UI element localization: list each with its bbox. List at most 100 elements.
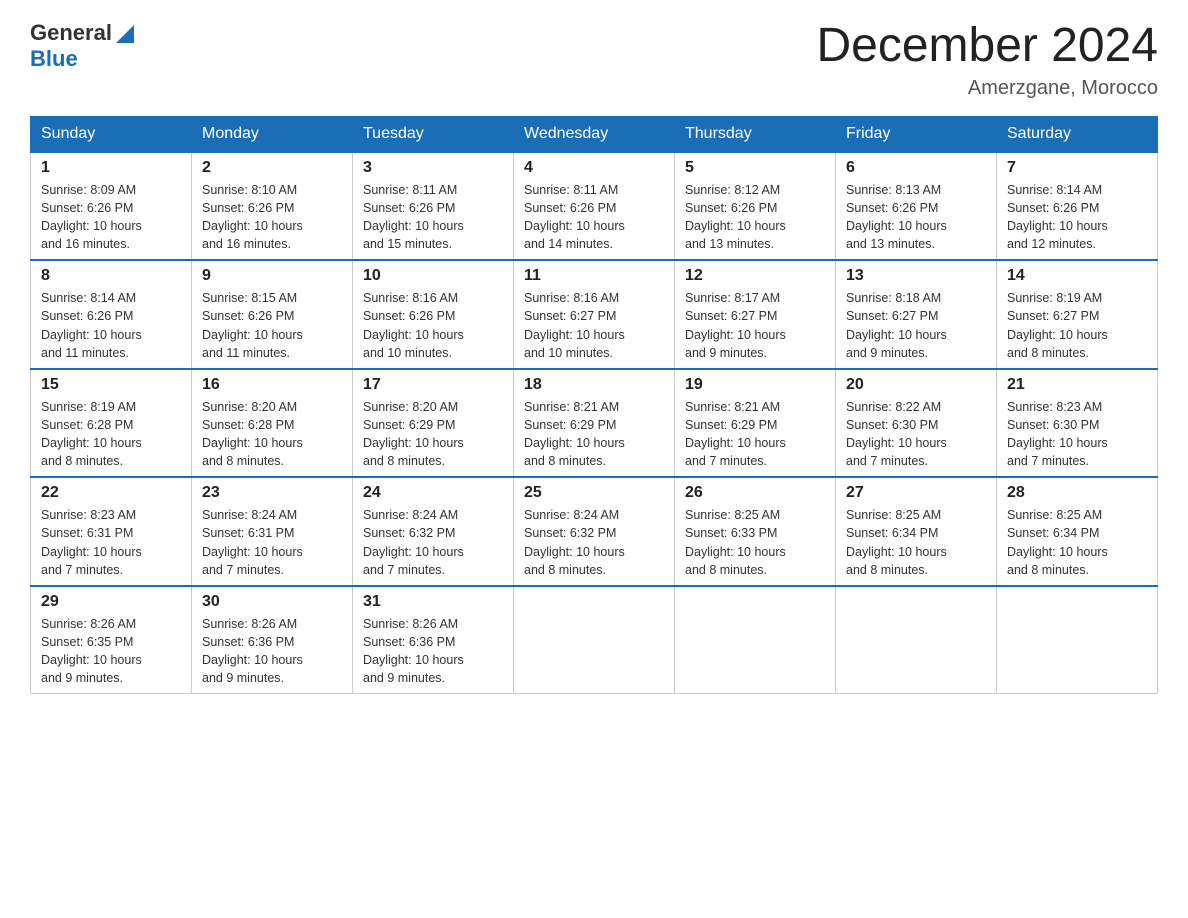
day-number: 11 [524, 267, 664, 285]
day-info: Sunrise: 8:12 AMSunset: 6:26 PMDaylight:… [685, 181, 825, 254]
day-info: Sunrise: 8:09 AMSunset: 6:26 PMDaylight:… [41, 181, 181, 254]
day-number: 2 [202, 159, 342, 177]
calendar-cell: 26 Sunrise: 8:25 AMSunset: 6:33 PMDayligh… [675, 477, 836, 586]
calendar-cell: 25 Sunrise: 8:24 AMSunset: 6:32 PMDayligh… [514, 477, 675, 586]
day-info: Sunrise: 8:14 AMSunset: 6:26 PMDaylight:… [1007, 181, 1147, 254]
day-info: Sunrise: 8:15 AMSunset: 6:26 PMDaylight:… [202, 289, 342, 362]
day-number: 6 [846, 159, 986, 177]
logo-blue-text: Blue [30, 46, 136, 72]
day-number: 25 [524, 484, 664, 502]
calendar-cell: 31 Sunrise: 8:26 AMSunset: 6:36 PMDayligh… [353, 586, 514, 694]
day-info: Sunrise: 8:25 AMSunset: 6:33 PMDaylight:… [685, 506, 825, 579]
calendar-cell: 17Sunrise: 8:20 AMSunset: 6:29 PMDayligh… [353, 369, 514, 478]
day-info: Sunrise: 8:24 AMSunset: 6:31 PMDaylight:… [202, 506, 342, 579]
day-info: Sunrise: 8:17 AMSunset: 6:27 PMDaylight:… [685, 289, 825, 362]
title-section: December 2024 Amerzgane, Morocco [816, 20, 1158, 100]
day-number: 9 [202, 267, 342, 285]
day-number: 13 [846, 267, 986, 285]
calendar-cell: 1 Sunrise: 8:09 AMSunset: 6:26 PMDaylight… [31, 152, 192, 261]
day-number: 3 [363, 159, 503, 177]
calendar-cell: 8Sunrise: 8:14 AMSunset: 6:26 PMDaylight… [31, 260, 192, 369]
calendar-cell [675, 586, 836, 694]
calendar-cell: 13 Sunrise: 8:18 AMSunset: 6:27 PMDayligh… [836, 260, 997, 369]
calendar-cell: 16Sunrise: 8:20 AMSunset: 6:28 PMDayligh… [192, 369, 353, 478]
calendar-cell: 21 Sunrise: 8:23 AMSunset: 6:30 PMDayligh… [997, 369, 1158, 478]
calendar-cell: 2 Sunrise: 8:10 AMSunset: 6:26 PMDaylight… [192, 152, 353, 261]
day-number: 5 [685, 159, 825, 177]
day-number: 21 [1007, 376, 1147, 394]
calendar-cell: 22Sunrise: 8:23 AMSunset: 6:31 PMDayligh… [31, 477, 192, 586]
calendar-cell: 7 Sunrise: 8:14 AMSunset: 6:26 PMDaylight… [997, 152, 1158, 261]
calendar-cell: 9 Sunrise: 8:15 AMSunset: 6:26 PMDaylight… [192, 260, 353, 369]
day-number: 19 [685, 376, 825, 394]
day-info: Sunrise: 8:23 AMSunset: 6:31 PMDaylight:… [41, 506, 181, 579]
calendar-cell: 30Sunrise: 8:26 AMSunset: 6:36 PMDayligh… [192, 586, 353, 694]
day-info: Sunrise: 8:26 AMSunset: 6:36 PMDaylight:… [363, 615, 503, 688]
day-info: Sunrise: 8:16 AMSunset: 6:26 PMDaylight:… [363, 289, 503, 362]
day-info: Sunrise: 8:18 AMSunset: 6:27 PMDaylight:… [846, 289, 986, 362]
day-info: Sunrise: 8:14 AMSunset: 6:26 PMDaylight:… [41, 289, 181, 362]
calendar-table: SundayMondayTuesdayWednesdayThursdayFrid… [30, 116, 1158, 695]
calendar-cell: 14 Sunrise: 8:19 AMSunset: 6:27 PMDayligh… [997, 260, 1158, 369]
day-info: Sunrise: 8:19 AMSunset: 6:28 PMDaylight:… [41, 398, 181, 471]
month-title: December 2024 [816, 20, 1158, 73]
day-number: 18 [524, 376, 664, 394]
day-number: 15 [41, 376, 181, 394]
calendar-cell: 4 Sunrise: 8:11 AMSunset: 6:26 PMDaylight… [514, 152, 675, 261]
calendar-cell: 19Sunrise: 8:21 AMSunset: 6:29 PMDayligh… [675, 369, 836, 478]
location-text: Amerzgane, Morocco [816, 77, 1158, 100]
weekday-header: Saturday [997, 116, 1158, 152]
day-number: 1 [41, 159, 181, 177]
week-row: 29Sunrise: 8:26 AMSunset: 6:35 PMDayligh… [31, 586, 1158, 694]
calendar-cell: 23 Sunrise: 8:24 AMSunset: 6:31 PMDayligh… [192, 477, 353, 586]
calendar-cell: 27Sunrise: 8:25 AMSunset: 6:34 PMDayligh… [836, 477, 997, 586]
day-number: 14 [1007, 267, 1147, 285]
calendar-cell: 5 Sunrise: 8:12 AMSunset: 6:26 PMDaylight… [675, 152, 836, 261]
logo-triangle-icon [114, 23, 136, 45]
weekday-header: Monday [192, 116, 353, 152]
weekday-header: Wednesday [514, 116, 675, 152]
day-info: Sunrise: 8:23 AMSunset: 6:30 PMDaylight:… [1007, 398, 1147, 471]
calendar-cell: 10 Sunrise: 8:16 AMSunset: 6:26 PMDayligh… [353, 260, 514, 369]
weekday-header: Friday [836, 116, 997, 152]
day-number: 20 [846, 376, 986, 394]
day-number: 4 [524, 159, 664, 177]
day-info: Sunrise: 8:26 AMSunset: 6:35 PMDaylight:… [41, 615, 181, 688]
weekday-header: Tuesday [353, 116, 514, 152]
calendar-cell: 29Sunrise: 8:26 AMSunset: 6:35 PMDayligh… [31, 586, 192, 694]
logo-general-text: General [30, 20, 112, 46]
day-info: Sunrise: 8:19 AMSunset: 6:27 PMDaylight:… [1007, 289, 1147, 362]
day-number: 7 [1007, 159, 1147, 177]
day-info: Sunrise: 8:16 AMSunset: 6:27 PMDaylight:… [524, 289, 664, 362]
calendar-cell: 20 Sunrise: 8:22 AMSunset: 6:30 PMDayligh… [836, 369, 997, 478]
calendar-cell [514, 586, 675, 694]
week-row: 15 Sunrise: 8:19 AMSunset: 6:28 PMDayligh… [31, 369, 1158, 478]
calendar-cell [836, 586, 997, 694]
day-number: 23 [202, 484, 342, 502]
day-number: 28 [1007, 484, 1147, 502]
calendar-cell: 28Sunrise: 8:25 AMSunset: 6:34 PMDayligh… [997, 477, 1158, 586]
day-info: Sunrise: 8:24 AMSunset: 6:32 PMDaylight:… [363, 506, 503, 579]
day-number: 24 [363, 484, 503, 502]
day-number: 26 [685, 484, 825, 502]
header-row: SundayMondayTuesdayWednesdayThursdayFrid… [31, 116, 1158, 152]
calendar-cell: 11 Sunrise: 8:16 AMSunset: 6:27 PMDayligh… [514, 260, 675, 369]
week-row: 22Sunrise: 8:23 AMSunset: 6:31 PMDayligh… [31, 477, 1158, 586]
day-info: Sunrise: 8:11 AMSunset: 6:26 PMDaylight:… [524, 181, 664, 254]
day-number: 27 [846, 484, 986, 502]
day-number: 31 [363, 593, 503, 611]
calendar-cell: 6Sunrise: 8:13 AMSunset: 6:26 PMDaylight… [836, 152, 997, 261]
day-number: 17 [363, 376, 503, 394]
day-number: 10 [363, 267, 503, 285]
page-header: General Blue December 2024 Amerzgane, Mo… [30, 20, 1158, 100]
weekday-header: Thursday [675, 116, 836, 152]
day-info: Sunrise: 8:24 AMSunset: 6:32 PMDaylight:… [524, 506, 664, 579]
calendar-cell: 15 Sunrise: 8:19 AMSunset: 6:28 PMDayligh… [31, 369, 192, 478]
day-number: 16 [202, 376, 342, 394]
day-info: Sunrise: 8:10 AMSunset: 6:26 PMDaylight:… [202, 181, 342, 254]
day-info: Sunrise: 8:22 AMSunset: 6:30 PMDaylight:… [846, 398, 986, 471]
logo: General Blue [30, 20, 136, 72]
weekday-header: Sunday [31, 116, 192, 152]
week-row: 8Sunrise: 8:14 AMSunset: 6:26 PMDaylight… [31, 260, 1158, 369]
calendar-cell: 3Sunrise: 8:11 AMSunset: 6:26 PMDaylight… [353, 152, 514, 261]
